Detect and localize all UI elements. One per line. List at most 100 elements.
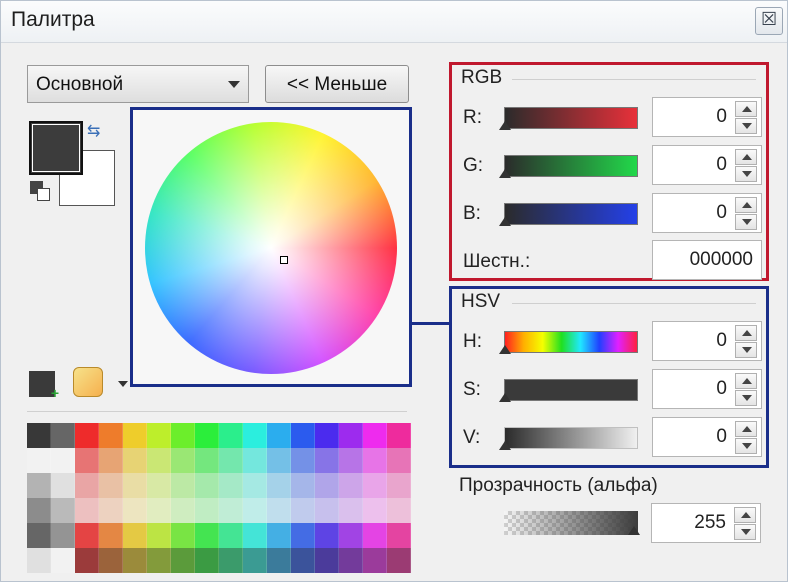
palette-swatch[interactable]: [195, 523, 219, 548]
palette-swatch[interactable]: [243, 548, 267, 573]
palette-swatch[interactable]: [243, 523, 267, 548]
palette-swatch[interactable]: [99, 523, 123, 548]
palette-swatch[interactable]: [51, 548, 75, 573]
palette-swatch[interactable]: [123, 448, 147, 473]
color-wheel[interactable]: [145, 122, 397, 374]
palette-swatch[interactable]: [219, 448, 243, 473]
palette-swatch[interactable]: [339, 498, 363, 523]
g-increment-button[interactable]: [735, 149, 757, 165]
palette-swatch[interactable]: [147, 498, 171, 523]
palette-swatch[interactable]: [363, 523, 387, 548]
s-decrement-button[interactable]: [735, 390, 757, 406]
palette-swatch[interactable]: [219, 523, 243, 548]
palette-swatch[interactable]: [51, 423, 75, 448]
palette-swatch[interactable]: [123, 548, 147, 573]
palette-menu-icon[interactable]: [73, 367, 103, 397]
palette-swatch[interactable]: [315, 523, 339, 548]
less-button[interactable]: << Меньше: [265, 65, 409, 103]
palette-swatch[interactable]: [123, 498, 147, 523]
palette-swatch[interactable]: [243, 423, 267, 448]
palette-swatch[interactable]: [51, 498, 75, 523]
g-spinbox[interactable]: 0: [652, 145, 762, 185]
r-slider[interactable]: [499, 107, 638, 130]
palette-swatch[interactable]: [387, 498, 411, 523]
palette-swatch[interactable]: [147, 473, 171, 498]
palette-swatch[interactable]: [291, 498, 315, 523]
palette-swatch[interactable]: [27, 523, 51, 548]
palette-swatch[interactable]: [123, 523, 147, 548]
primary-color-swatch[interactable]: [29, 121, 83, 175]
palette-swatch[interactable]: [75, 473, 99, 498]
palette-swatch[interactable]: [315, 423, 339, 448]
palette-swatch[interactable]: [195, 473, 219, 498]
palette-swatch[interactable]: [219, 423, 243, 448]
palette-swatch[interactable]: [387, 423, 411, 448]
palette-swatch[interactable]: [147, 523, 171, 548]
palette-swatch[interactable]: [291, 548, 315, 573]
palette-swatch[interactable]: [195, 498, 219, 523]
palette-swatch[interactable]: [363, 473, 387, 498]
b-decrement-button[interactable]: [735, 214, 757, 230]
alpha-decrement-button[interactable]: [734, 524, 756, 540]
palette-swatch[interactable]: [387, 523, 411, 548]
palette-swatch[interactable]: [51, 523, 75, 548]
palette-swatch[interactable]: [171, 523, 195, 548]
g-slider[interactable]: [499, 155, 638, 178]
r-decrement-button[interactable]: [735, 118, 757, 134]
palette-swatch[interactable]: [27, 498, 51, 523]
palette-swatch[interactable]: [171, 548, 195, 573]
hex-input[interactable]: 000000: [652, 240, 762, 280]
palette-swatch[interactable]: [219, 473, 243, 498]
h-spinbox[interactable]: 0: [652, 321, 762, 361]
b-spinbox[interactable]: 0: [652, 193, 762, 233]
palette-swatch[interactable]: [123, 473, 147, 498]
palette-swatch[interactable]: [387, 448, 411, 473]
palette-swatch[interactable]: [291, 473, 315, 498]
palette-swatch[interactable]: [75, 523, 99, 548]
palette-swatch[interactable]: [267, 498, 291, 523]
palette-swatch[interactable]: [147, 448, 171, 473]
g-slider-thumb[interactable]: [499, 169, 511, 178]
palette-swatch[interactable]: [219, 498, 243, 523]
palette-swatch[interactable]: [339, 523, 363, 548]
h-slider[interactable]: [499, 331, 638, 354]
v-increment-button[interactable]: [735, 421, 757, 437]
palette-swatch[interactable]: [147, 548, 171, 573]
palette-swatch[interactable]: [387, 548, 411, 573]
mode-dropdown[interactable]: Основной: [27, 65, 249, 103]
palette-swatch[interactable]: [291, 523, 315, 548]
s-increment-button[interactable]: [735, 373, 757, 389]
s-spinbox[interactable]: 0: [652, 369, 762, 409]
palette-swatch[interactable]: [243, 498, 267, 523]
palette-swatch[interactable]: [339, 423, 363, 448]
swap-colors-icon[interactable]: ⇆: [87, 121, 109, 143]
h-increment-button[interactable]: [735, 325, 757, 341]
palette-swatch[interactable]: [315, 498, 339, 523]
v-slider[interactable]: [499, 427, 638, 450]
palette-swatch[interactable]: [387, 473, 411, 498]
s-slider[interactable]: [499, 379, 638, 402]
palette-swatch[interactable]: [291, 423, 315, 448]
palette-swatch[interactable]: [243, 473, 267, 498]
close-button[interactable]: ☒: [755, 7, 783, 35]
h-slider-thumb[interactable]: [499, 345, 511, 354]
palette-swatch[interactable]: [219, 548, 243, 573]
alpha-spinbox[interactable]: 255: [651, 503, 761, 543]
palette-swatch[interactable]: [267, 423, 291, 448]
palette-swatch[interactable]: [339, 473, 363, 498]
palette-swatch[interactable]: [363, 548, 387, 573]
palette-swatch[interactable]: [171, 423, 195, 448]
palette-swatch[interactable]: [171, 498, 195, 523]
palette-swatch[interactable]: [27, 423, 51, 448]
palette-swatch[interactable]: [363, 448, 387, 473]
palette-swatch[interactable]: [27, 548, 51, 573]
palette-swatch[interactable]: [75, 448, 99, 473]
palette-swatch[interactable]: [99, 473, 123, 498]
palette-swatch[interactable]: [75, 423, 99, 448]
palette-swatch[interactable]: [99, 548, 123, 573]
r-spinbox[interactable]: 0: [652, 97, 762, 137]
v-slider-thumb[interactable]: [499, 441, 511, 450]
palette-swatch[interactable]: [267, 473, 291, 498]
alpha-slider-thumb[interactable]: [628, 526, 640, 535]
color-wheel-marker[interactable]: [280, 256, 288, 264]
